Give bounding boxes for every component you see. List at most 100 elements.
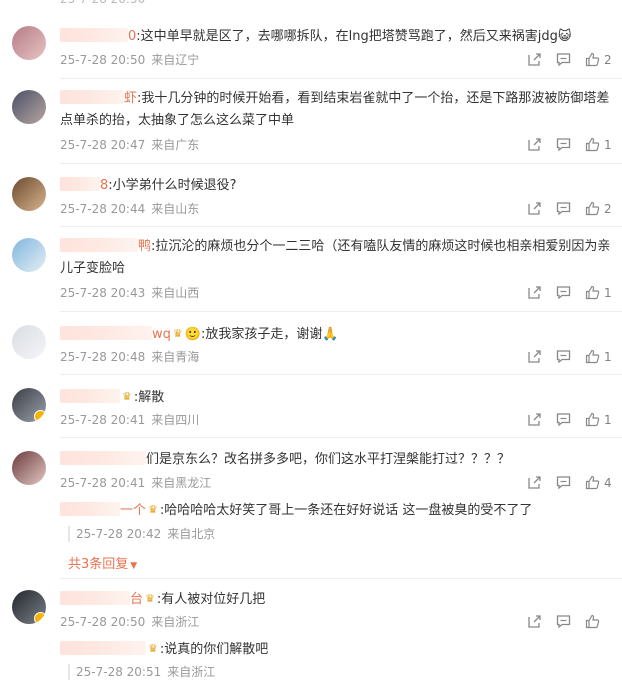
username-blurred[interactable] <box>60 238 138 252</box>
comment-icon[interactable] <box>556 52 571 67</box>
avatar[interactable] <box>12 590 46 624</box>
avatar[interactable] <box>12 388 46 422</box>
share-icon[interactable] <box>527 475 542 490</box>
share-icon[interactable] <box>527 614 542 629</box>
reply-body: :哈哈哈哈太好笑了哥上一条还在好好说话 这一盘被臭的受不了了 <box>159 503 533 518</box>
comment-icon[interactable] <box>556 137 571 152</box>
like-icon[interactable] <box>585 201 600 216</box>
like-icon[interactable] <box>585 412 600 427</box>
like-icon[interactable] <box>585 137 600 152</box>
share-icon[interactable] <box>527 137 542 152</box>
divider <box>60 311 622 312</box>
avatar[interactable] <box>12 325 46 359</box>
location: 来自广东 <box>151 138 200 152</box>
comment-meta: 25-7-28 20:41 来自黑龙江 <box>60 475 217 491</box>
emoji-icon: 😺 <box>557 29 572 44</box>
username-blurred[interactable] <box>60 591 130 605</box>
timestamp: 25-7-28 20:41 <box>60 476 146 490</box>
like-icon[interactable] <box>585 285 600 300</box>
emoji-icon: 🙂 <box>184 327 201 342</box>
timestamp: 25-7-28 20:43 <box>60 286 146 300</box>
more-replies-label: 共3条回复 <box>68 557 129 572</box>
crown-badge-icon: ♛ <box>122 390 132 403</box>
like-icon[interactable] <box>585 349 600 364</box>
comment-icon[interactable] <box>556 412 571 427</box>
comment-icon[interactable] <box>556 201 571 216</box>
reply-body: :说真的你们解散吧 <box>159 642 269 657</box>
comment-text: 8:小学弟什么时候退役? <box>60 175 612 197</box>
comment-body: :有人被对位好几把 <box>156 592 266 607</box>
comment-text: 0:这中单早就是区了，去哪哪拆队，在lng把塔赞骂跑了，然后又来祸害jdg😺 <box>60 26 612 48</box>
location: 来自黑龙江 <box>151 476 212 490</box>
verified-badge-icon <box>34 612 46 624</box>
action-bar: 1 <box>513 349 612 364</box>
more-replies-link[interactable]: 共3条回复 ▼ <box>68 553 137 572</box>
username-blurred[interactable] <box>60 451 146 465</box>
username-tail[interactable]: wq <box>152 327 171 342</box>
verified-badge-icon <box>34 410 46 422</box>
timestamp: 25-7-28 20:50 <box>60 53 146 67</box>
location: 来自山西 <box>151 286 200 300</box>
comment-text: wq ♛ 🙂:放我家孩子走，谢谢🙏 <box>60 323 612 346</box>
comment-body: :小学弟什么时候退役? <box>108 178 237 193</box>
username-tail[interactable]: 一个 <box>120 503 146 518</box>
reply-meta: 25-7-28 20:42 来自北京 <box>68 526 221 542</box>
like-count: 1 <box>604 412 612 427</box>
username-tail[interactable]: 台 <box>130 592 143 607</box>
avatar[interactable] <box>12 26 46 60</box>
username-tail[interactable]: 鸭 <box>138 239 151 254</box>
like-count: 2 <box>604 52 612 67</box>
share-icon[interactable] <box>527 201 542 216</box>
share-icon[interactable] <box>527 285 542 300</box>
comment-body: :这中单早就是区了，去哪哪拆队，在lng把塔赞骂跑了，然后又来祸害jdg <box>136 29 558 44</box>
comment-icon[interactable] <box>556 285 571 300</box>
timestamp: 25-7-28 20:48 <box>60 350 146 364</box>
avatar[interactable] <box>12 177 46 211</box>
divider <box>60 437 622 438</box>
comment-body: :解散 <box>133 390 165 405</box>
share-icon[interactable] <box>527 412 542 427</box>
divider <box>60 163 622 164</box>
username-blurred[interactable] <box>60 502 120 516</box>
comment-text: 们是京东么？改名拼多多吧，你们这水平打涅槃能打过？？？？ <box>60 449 612 471</box>
divider <box>60 226 622 227</box>
like-icon[interactable] <box>585 52 600 67</box>
username-blurred[interactable] <box>60 326 152 340</box>
avatar[interactable] <box>12 90 46 124</box>
crown-badge-icon: ♛ <box>148 642 158 655</box>
comment-meta: 25-7-28 20:43 来自山西 <box>60 285 205 301</box>
share-icon[interactable] <box>527 349 542 364</box>
username-blurred[interactable] <box>60 177 100 191</box>
like-count: 1 <box>604 285 612 300</box>
username-blurred[interactable] <box>60 28 128 42</box>
comment-icon[interactable] <box>556 475 571 490</box>
username-blurred[interactable] <box>60 389 120 403</box>
comment-meta: 25-7-28 20:47 来自广东 <box>60 137 205 153</box>
username-blurred[interactable] <box>60 641 146 655</box>
username-tail[interactable]: 虾 <box>124 91 137 106</box>
action-bar: 2 <box>513 201 612 216</box>
like-icon[interactable] <box>585 475 600 490</box>
like-count: 2 <box>604 201 612 216</box>
reply-text: 一个 ♛:哈哈哈哈太好笑了哥上一条还在好好说话 这一盘被臭的受不了了 <box>60 499 600 522</box>
comment-text: ♛:解散 <box>60 386 612 409</box>
action-bar: 1 <box>513 412 612 427</box>
action-bar <box>513 614 612 629</box>
timestamp: 25-7-28 20:47 <box>60 138 146 152</box>
timestamp: 25-7-28 20:42 <box>76 527 162 541</box>
avatar[interactable] <box>12 451 46 485</box>
divider <box>60 578 622 579</box>
like-count: 1 <box>604 349 612 364</box>
comment-icon[interactable] <box>556 614 571 629</box>
location: 来自山东 <box>151 202 200 216</box>
reply-meta: 25-7-28 20:51 来自浙江 <box>68 664 221 680</box>
action-bar: 4 <box>513 475 612 490</box>
reply-block: ♛:说真的你们解散吧 25-7-28 20:51 来自浙江 <box>60 638 600 682</box>
like-icon[interactable] <box>585 614 600 629</box>
location: 来自四川 <box>151 413 200 427</box>
avatar[interactable] <box>12 238 46 272</box>
username-blurred[interactable] <box>60 90 124 104</box>
share-icon[interactable] <box>527 52 542 67</box>
comment-icon[interactable] <box>556 349 571 364</box>
divider <box>60 78 622 79</box>
